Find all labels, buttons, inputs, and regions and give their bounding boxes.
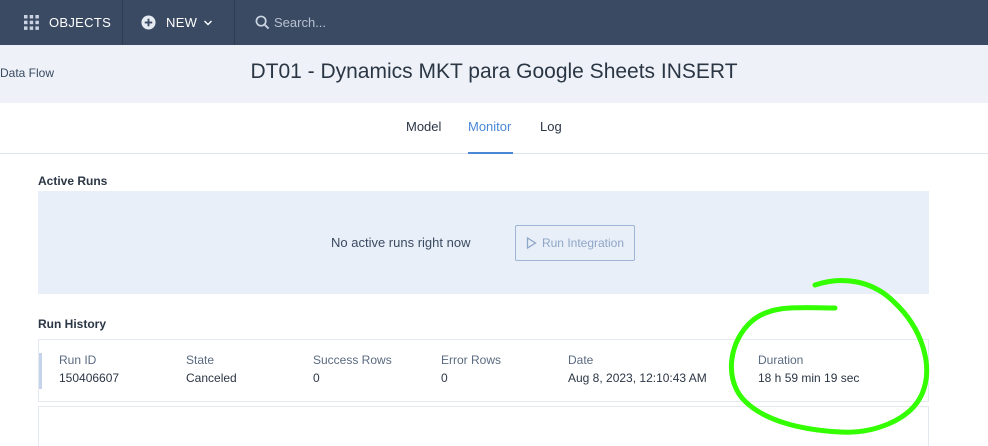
error-rows-value: 0: [441, 371, 448, 385]
state-column: State Canceled: [186, 353, 237, 385]
title-bar: Data Flow DT01 - Dynamics MKT para Googl…: [0, 45, 988, 103]
success-rows-column: Success Rows 0: [313, 353, 392, 385]
page-title: DT01 - Dynamics MKT para Google Sheets I…: [250, 60, 738, 83]
active-runs-heading: Active Runs: [38, 174, 108, 188]
row-accent-bar: [39, 353, 42, 389]
tab-model[interactable]: Model: [406, 119, 441, 134]
search-area: [235, 0, 474, 45]
tab-monitor[interactable]: Monitor: [468, 119, 511, 134]
grid-icon: [24, 15, 39, 30]
objects-menu-button[interactable]: OBJECTS: [0, 0, 123, 45]
tab-bar: Model Monitor Log: [0, 103, 988, 154]
run-integration-button[interactable]: Run Integration: [515, 225, 635, 261]
search-icon: [255, 15, 270, 30]
annotation-circle: [728, 278, 930, 435]
column-header-success-rows: Success Rows: [313, 353, 392, 367]
date-column: Date Aug 8, 2023, 12:10:43 AM: [568, 353, 707, 385]
error-rows-column: Error Rows 0: [441, 353, 501, 385]
play-icon: [526, 237, 537, 249]
column-header-run-id: Run ID: [59, 353, 97, 367]
date-value: Aug 8, 2023, 12:10:43 AM: [568, 371, 707, 385]
new-label: NEW: [166, 15, 198, 30]
objects-label: OBJECTS: [49, 15, 112, 30]
search-input[interactable]: [274, 15, 474, 30]
column-header-date: Date: [568, 353, 594, 367]
column-header-state: State: [186, 353, 215, 367]
top-navigation: OBJECTS NEW: [0, 0, 988, 45]
run-id-column: Run ID 150406607: [59, 353, 119, 385]
tab-log[interactable]: Log: [540, 119, 562, 134]
active-tab-indicator: [468, 152, 513, 154]
run-integration-label: Run Integration: [541, 236, 625, 250]
chevron-down-icon: [204, 20, 213, 25]
run-history-heading: Run History: [38, 317, 107, 331]
run-id-value: 150406607: [59, 371, 120, 385]
plus-circle-icon: [141, 15, 156, 30]
no-active-runs-text: No active runs right now: [331, 235, 471, 250]
success-rows-value: 0: [313, 371, 320, 385]
column-header-error-rows: Error Rows: [441, 353, 502, 367]
state-value: Canceled: [186, 371, 237, 385]
new-menu-button[interactable]: NEW: [123, 0, 235, 45]
